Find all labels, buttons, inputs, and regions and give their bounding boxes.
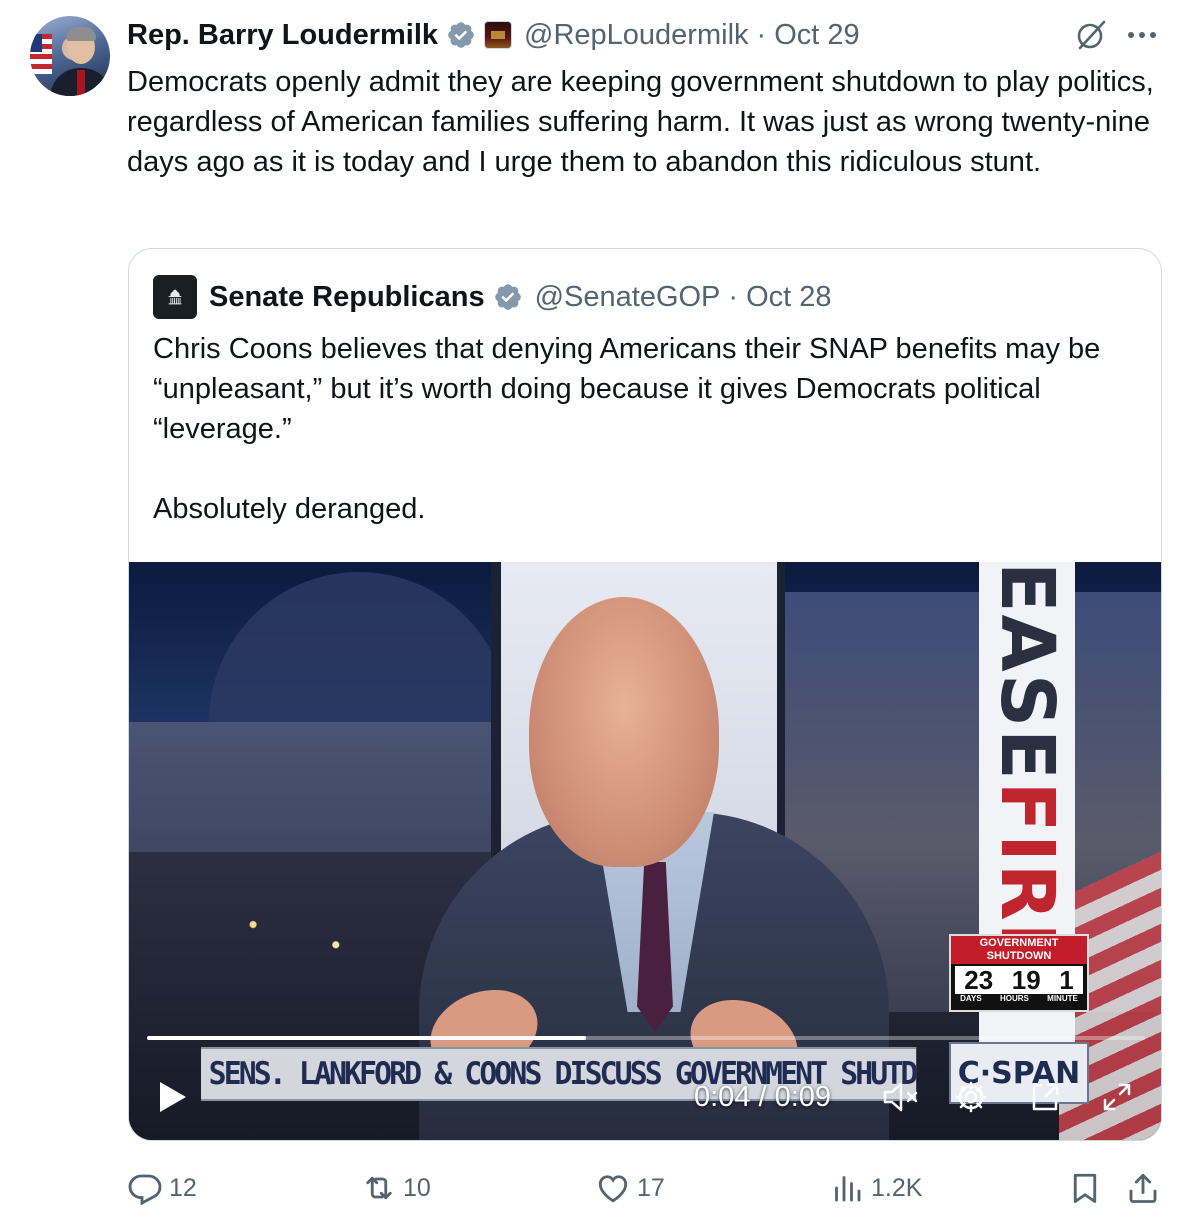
separator: · — [728, 280, 739, 313]
shutdown-days: 23 — [964, 965, 994, 995]
views-button[interactable]: 1.2K — [829, 1168, 922, 1208]
verified-icon[interactable] — [493, 282, 523, 312]
reply-button[interactable]: 12 — [127, 1168, 197, 1208]
reply-icon — [128, 1174, 162, 1206]
quoted-date[interactable]: Oct 28 — [746, 281, 831, 314]
tweet-date[interactable]: Oct 29 — [774, 19, 859, 52]
shutdown-hours: 19 — [1011, 965, 1041, 995]
more-icon[interactable] — [1124, 22, 1160, 48]
quoted-author-name[interactable]: Senate Republicans — [209, 281, 485, 314]
banner-text-a: EASE — [984, 562, 1070, 782]
like-button[interactable]: 17 — [595, 1168, 665, 1208]
reply-count: 12 — [169, 1173, 197, 1202]
video-player[interactable]: EASEFIRE GOVERNMENT SHUTDOWN 23 19 1 DAY… — [129, 562, 1161, 1140]
pip-icon[interactable] — [1025, 1077, 1065, 1117]
tweet-text: Democrats openly admit they are keeping … — [127, 66, 1162, 178]
video-progress-fill[interactable] — [147, 1036, 586, 1040]
quoted-header: Senate Republicans @SenateGOP · Oct 28 — [153, 275, 832, 319]
author-handle[interactable]: @RepLoudermilk — [524, 19, 748, 52]
like-count: 17 — [637, 1173, 665, 1202]
tweet-header: Rep. Barry Loudermilk @RepLoudermilk · O… — [127, 16, 860, 54]
shutdown-title-1: GOVERNMENT — [979, 937, 1059, 949]
share-icon[interactable] — [1125, 1168, 1167, 1208]
capitol-icon[interactable] — [153, 275, 197, 319]
quoted-handle[interactable]: @SenateGOP — [535, 281, 721, 314]
shutdown-minute: 1 — [1059, 965, 1074, 995]
shutdown-title-2: SHUTDOWN — [986, 950, 1052, 962]
grok-icon[interactable] — [1072, 16, 1110, 54]
like-icon — [598, 1175, 628, 1203]
fullscreen-icon[interactable] — [1097, 1077, 1137, 1117]
separator: · — [756, 18, 767, 51]
speaker-head — [529, 597, 719, 867]
tweet-actions: 12 10 17 1.2K — [127, 1168, 1167, 1208]
views-count: 1.2K — [871, 1173, 923, 1202]
retweet-icon — [366, 1176, 392, 1200]
quoted-tweet[interactable]: Senate Republicans @SenateGOP · Oct 28 C… — [128, 248, 1162, 1141]
quoted-text: Chris Coons believes that denying Americ… — [153, 333, 1101, 525]
author-avatar[interactable] — [30, 16, 110, 96]
settings-icon[interactable] — [951, 1077, 991, 1117]
shutdown-counter: GOVERNMENT SHUTDOWN 23 19 1 DAYS HOURS M… — [949, 934, 1089, 1012]
affiliation-badge[interactable] — [484, 21, 513, 49]
shutdown-minute-label: MINUTE — [1047, 994, 1078, 1003]
mute-icon[interactable] — [879, 1077, 925, 1117]
video-time: 0:04 / 0:09 — [694, 1080, 832, 1113]
retweet-count: 10 — [403, 1173, 431, 1202]
verified-icon[interactable] — [446, 20, 476, 50]
bookmark-icon[interactable] — [1067, 1168, 1109, 1208]
play-icon[interactable] — [153, 1077, 193, 1117]
avatar-flag — [30, 34, 52, 74]
shutdown-hours-label: HOURS — [999, 994, 1029, 1003]
views-icon — [835, 1176, 861, 1202]
shutdown-days-label: DAYS — [960, 994, 982, 1003]
retweet-button[interactable]: 10 — [361, 1168, 431, 1208]
author-name[interactable]: Rep. Barry Loudermilk — [127, 19, 438, 52]
